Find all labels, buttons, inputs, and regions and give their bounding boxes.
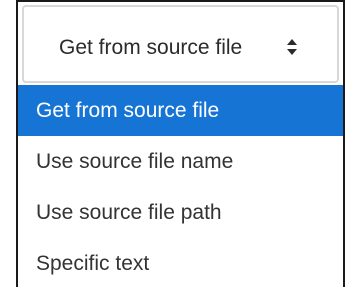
up-down-arrows-icon[interactable]: [286, 37, 298, 57]
dropdown-option-list: Get from source file Use source file nam…: [18, 85, 343, 289]
option-get-from-source-file[interactable]: Get from source file: [18, 85, 343, 136]
source-select[interactable]: Get from source file: [22, 5, 339, 83]
option-specific-text[interactable]: Specific text: [18, 238, 343, 289]
option-use-source-file-name[interactable]: Use source file name: [18, 136, 343, 187]
select-current-value: Get from source file: [59, 36, 243, 59]
dropdown-frame: Get from source file Get from source fil…: [16, 0, 345, 289]
option-use-source-file-path[interactable]: Use source file path: [18, 187, 343, 238]
